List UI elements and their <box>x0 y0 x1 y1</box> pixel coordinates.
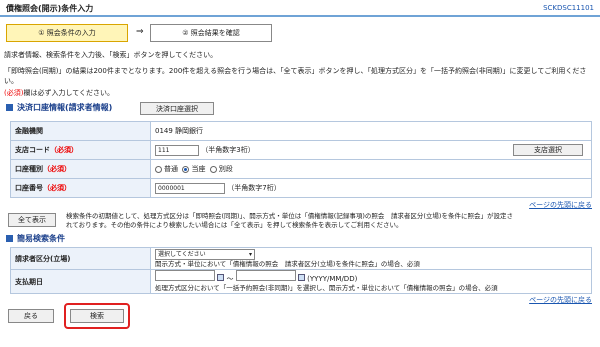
title-bar: 債権照会(開示)条件入力 SCKDSC11101 <box>0 0 600 17</box>
step-input-conditions: ① 照会条件の入力 <box>6 24 128 42</box>
radio-futsu-label: 普通 <box>164 165 178 173</box>
table-row: 口座番号（必須） 0000001 （半角数字7桁） <box>10 178 592 198</box>
account-number-input[interactable]: 0000001 <box>155 182 225 194</box>
required-mark: （必須） <box>43 165 71 173</box>
requester-cell: 選択してください ▾ 開示方式・単位において「債権情報の照会 請求者区分(立場)… <box>150 247 592 270</box>
section-settlement-account: 決済口座情報(請求者情報) <box>6 100 112 114</box>
calendar-icon[interactable] <box>297 274 305 281</box>
branch-label: 支店コード <box>15 146 50 154</box>
branch-label-cell: 支店コード（必須） <box>10 140 151 160</box>
branch-select-button[interactable]: 支店選択 <box>513 144 583 156</box>
table-row: 支店コード（必須） 111 （半角数字3桁） 支店選択 <box>10 140 592 160</box>
date-cell: 〜 (YYYY/MM/DD) 処理方式区分において「一括予約照会(非同期)」を選… <box>150 269 592 294</box>
branch-code-input[interactable]: 111 <box>155 144 199 156</box>
instruction-text-1: 請求者情報、検索条件を入力後、「検索」ボタンを押してください。 <box>4 51 218 59</box>
required-note-text: 欄は必ず入力してください。 <box>23 89 115 97</box>
account-type-label: 口座種別 <box>15 165 43 173</box>
radio-futsu[interactable] <box>155 165 162 173</box>
step-1-label: ① 照会条件の入力 <box>38 29 96 37</box>
requester-note: 開示方式・単位において「債権情報の照会 請求者区分(立場)を条件に照会」の場合、… <box>155 259 420 268</box>
account-select-button-label: 決済口座選択 <box>156 104 198 113</box>
table-row: 口座種別（必須） 普通 当座 別段 <box>10 159 592 179</box>
account-type-label-cell: 口座種別（必須） <box>10 159 151 179</box>
page-title: 債権照会(開示)条件入力 <box>6 4 94 13</box>
search-button-label: 検索 <box>90 312 104 320</box>
instruction-1: 請求者情報、検索条件を入力後、「検索」ボタンを押してください。 <box>4 50 596 60</box>
section-simple-search: 簡易検索条件 <box>6 231 65 245</box>
account-type-cell: 普通 当座 別段 <box>150 159 592 179</box>
screen-code: SCKDSC11101 <box>543 4 594 12</box>
show-all-description: 検索条件の初期値として、処理方式区分は「即時照会(同期)」、開示方式・単位は「債… <box>66 212 596 230</box>
account-no-label-cell: 口座番号（必須） <box>10 178 151 198</box>
date-separator: 〜 <box>226 275 234 283</box>
required-note: (必須)欄は必ず入力してください。 <box>4 88 114 98</box>
branch-hint: （半角数字3桁） <box>201 145 255 154</box>
simple-search-table: 請求者区分(立場) 選択してください ▾ 開示方式・単位において「債権情報の照会… <box>10 247 592 294</box>
instruction-text-2: 「即時照会(同期)」の結果は200件までとなります。200件を超える照会を行う場… <box>4 67 587 85</box>
step-2-label: ② 照会結果を確認 <box>182 29 240 37</box>
instruction-2: 「即時照会(同期)」の結果は200件までとなります。200件を超える照会を行う場… <box>4 66 596 86</box>
page-top-link[interactable]: ページの先頭に戻る <box>529 295 592 305</box>
section-1-title: 決済口座情報(請求者情報) <box>17 102 113 112</box>
date-format-hint: (YYYY/MM/DD) <box>307 275 358 283</box>
page-top-link[interactable]: ページの先頭に戻る <box>529 200 592 210</box>
search-button[interactable]: 検索 <box>70 309 124 323</box>
radio-toza-label: 当座 <box>191 165 206 173</box>
requester-label: 請求者区分(立場) <box>10 247 151 270</box>
table-row: 支払期日 〜 (YYYY/MM/DD) 処理方式区分において「一括予約照会(非同… <box>10 269 592 294</box>
settlement-account-table: 金融機関 0149 静岡銀行 支店コード（必須） 111 （半角数字3桁） 支店… <box>10 121 592 198</box>
account-no-cell: 0000001 （半角数字7桁） <box>150 178 592 198</box>
required-mark: (必須) <box>4 89 24 97</box>
show-all-desc-2: れております。その他の条件により検索したい場合には「全て表示」を押して検索条件を… <box>66 221 403 229</box>
table-row: 請求者区分(立場) 選択してください ▾ 開示方式・単位において「債権情報の照会… <box>10 247 592 270</box>
show-all-desc-1: 検索条件の初期値として、処理方式区分は「即時照会(同期)」、開示方式・単位は「債… <box>66 212 513 220</box>
requester-select-value: 選択してください <box>158 250 206 258</box>
required-mark: （必須） <box>50 146 78 154</box>
branch-cell: 111 （半角数字3桁） 支店選択 <box>150 140 592 160</box>
section-square-icon <box>6 103 13 111</box>
back-button[interactable]: 戻る <box>8 309 54 323</box>
date-to-input[interactable] <box>235 270 296 281</box>
requester-select[interactable]: 選択してください ▾ <box>155 248 255 260</box>
table-row: 金融機関 0149 静岡銀行 <box>10 121 592 141</box>
step-confirm-results: ② 照会結果を確認 <box>150 24 272 42</box>
radio-betsudan[interactable] <box>209 165 217 173</box>
radio-toza[interactable] <box>182 165 190 173</box>
back-button-label: 戻る <box>24 312 38 320</box>
bank-label: 金融機関 <box>10 121 151 141</box>
branch-select-button-label: 支店選択 <box>534 146 562 154</box>
show-all-button[interactable]: 全て表示 <box>8 213 56 227</box>
date-label: 支払期日 <box>10 269 151 294</box>
date-note: 処理方式区分において「一括予約照会(非同期)」を選択し、開示方式・単位において「… <box>155 284 498 292</box>
bank-value: 0149 静岡銀行 <box>150 121 592 141</box>
account-select-button[interactable]: 決済口座選択 <box>140 102 214 115</box>
account-no-label: 口座番号 <box>15 184 43 192</box>
account-no-hint: （半角数字7桁） <box>227 183 281 192</box>
radio-betsudan-label: 別段 <box>218 165 233 173</box>
date-from-input[interactable] <box>155 270 215 281</box>
required-mark: （必須） <box>43 184 71 192</box>
chevron-down-icon: ▾ <box>248 250 252 258</box>
show-all-button-label: 全て表示 <box>18 216 46 224</box>
step-arrow-icon: ⇒ <box>136 27 144 37</box>
section-square-icon <box>6 234 13 242</box>
calendar-icon[interactable] <box>217 274 225 281</box>
section-2-title: 簡易検索条件 <box>17 233 65 243</box>
